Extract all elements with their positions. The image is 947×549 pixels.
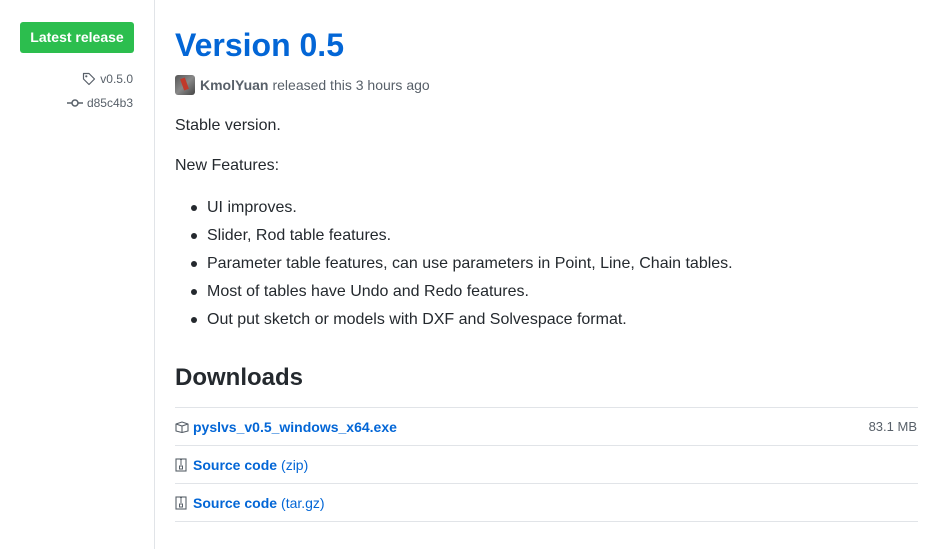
file-zip-icon <box>175 495 189 510</box>
downloads-list: pyslvs_v0.5_windows_x64.exe 83.1 MB Sour… <box>175 407 918 522</box>
tag-icon <box>82 72 96 86</box>
release-tag-label: v0.5.0 <box>100 72 133 86</box>
file-zip-icon <box>175 457 189 472</box>
release-commit-link[interactable]: d85c4b3 <box>66 96 133 110</box>
list-item: Parameter table features, can use parame… <box>175 250 733 278</box>
release-page: Latest release v0.5.0 d85c4b3 Version 0.… <box>0 0 947 549</box>
download-format[interactable]: (zip) <box>281 457 308 473</box>
package-icon <box>175 420 189 434</box>
commit-icon <box>66 98 83 108</box>
list-item: UI improves. <box>175 194 733 222</box>
list-item: Slider, Rod table features. <box>175 222 733 250</box>
list-item: Most of tables have Undo and Redo featur… <box>175 278 733 306</box>
download-link[interactable]: Source code <box>193 495 277 511</box>
download-size: 83.1 MB <box>868 419 917 434</box>
download-item-targz[interactable]: Source code (tar.gz) <box>175 484 918 522</box>
release-title[interactable]: Version 0.5 <box>175 25 344 65</box>
features-list: UI improves. Slider, Rod table features.… <box>175 194 733 334</box>
download-item-zip[interactable]: Source code (zip) <box>175 446 918 484</box>
avatar[interactable] <box>175 75 195 95</box>
download-item-exe[interactable]: pyslvs_v0.5_windows_x64.exe 83.1 MB <box>175 408 918 446</box>
release-description: Stable version. <box>175 117 281 134</box>
list-item: Out put sketch or models with DXF and So… <box>175 306 733 334</box>
released-time: released this 3 hours ago <box>272 77 430 93</box>
features-heading: New Features: <box>175 157 280 174</box>
download-link[interactable]: Source code <box>193 457 277 473</box>
download-format[interactable]: (tar.gz) <box>281 495 325 511</box>
release-tag-link[interactable]: v0.5.0 <box>82 72 133 86</box>
release-commit-label: d85c4b3 <box>86 96 133 110</box>
latest-release-badge: Latest release <box>20 22 134 53</box>
release-byline: KmolYuan released this 3 hours ago <box>175 74 430 96</box>
author-link[interactable]: KmolYuan <box>200 77 268 93</box>
release-meta-sidebar: Latest release v0.5.0 d85c4b3 <box>0 0 155 549</box>
download-link[interactable]: pyslvs_v0.5_windows_x64.exe <box>193 419 397 435</box>
downloads-heading: Downloads <box>175 364 304 391</box>
